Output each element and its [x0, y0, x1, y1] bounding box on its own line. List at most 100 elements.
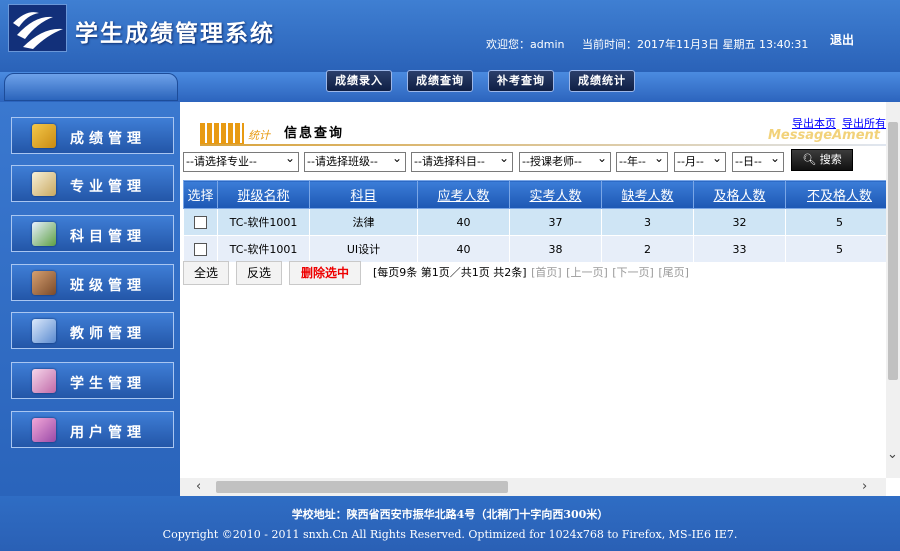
sidebar-item-label: 教师管理 [70, 326, 146, 342]
column-header-attended[interactable]: 实考人数 [509, 180, 602, 209]
row-checkbox-cell [183, 235, 218, 263]
classroom-icon [32, 271, 56, 295]
prev-page-link[interactable]: [上一页] [566, 266, 608, 279]
column-header-passed[interactable]: 及格人数 [693, 180, 786, 209]
table-row: TC-软件1001 UI设计 40 38 2 33 5 [183, 235, 894, 263]
last-page-link[interactable]: [尾页] [658, 266, 689, 279]
teacher-icon [32, 319, 56, 343]
sidebar-item-label: 班级管理 [70, 278, 146, 294]
row-checkbox-cell [183, 208, 218, 236]
tab-score-entry[interactable]: 成绩录入 [326, 70, 392, 92]
horizontal-scroll-thumb[interactable] [216, 481, 508, 493]
title-subtitle: 统计 [248, 129, 270, 142]
footer-address: 学校地址：陕西省西安市振华北路4号（北稍门十字向西300米） [291, 508, 609, 521]
subject-select[interactable]: --请选择科目-- [411, 152, 513, 172]
sidebar-item-class-management[interactable]: 班级管理 [11, 264, 174, 301]
sidebar-item-label: 专业管理 [70, 179, 146, 195]
folder-lock-icon [32, 124, 56, 148]
footer: 学校地址：陕西省西安市振华北路4号（北稍门十字向西300米） Copyright… [0, 496, 900, 551]
day-select[interactable]: --日-- [732, 152, 784, 172]
sidebar-header [4, 73, 178, 101]
pagination: [每页9条 第1页／共1页 共2条] [首页] [上一页] [下一页] [尾页] [373, 264, 689, 280]
row-checkbox[interactable] [194, 215, 207, 229]
column-header-select: 选择 [183, 180, 218, 209]
main-panel: 统计 信息查询 MessageAment 导出本页 导出所有 --请选择专业-- … [180, 102, 900, 496]
next-page-link[interactable]: [下一页] [612, 266, 654, 279]
scroll-right-arrow-icon[interactable]: › [862, 480, 867, 494]
cell-passed: 33 [693, 235, 786, 263]
edit-document-icon [32, 222, 56, 246]
tab-score-query[interactable]: 成绩查询 [407, 70, 473, 92]
table-header-row: 选择 班级名称 科目 应考人数 实考人数 缺考人数 及格人数 不及格人数 [183, 180, 894, 209]
sidebar-item-label: 科目管理 [70, 229, 146, 245]
vertical-scroll-thumb[interactable] [888, 122, 898, 380]
cell-expected: 40 [417, 235, 510, 263]
sidebar-item-subject-management[interactable]: 科目管理 [11, 215, 174, 252]
cell-attended: 38 [509, 235, 602, 263]
user-status: 欢迎您：admin 当前时间：2017年11月3日 星期五 13:40:31 [486, 36, 822, 52]
cell-class-name: TC-软件1001 [217, 235, 310, 263]
sidebar-item-score-management[interactable]: 成绩管理 [11, 117, 174, 154]
search-button[interactable]: 🔍︎ 搜索 [791, 149, 853, 171]
export-links: 导出本页 导出所有 [792, 115, 892, 131]
search-icon: 🔍︎ [802, 153, 817, 166]
cell-subject: UI设计 [309, 235, 418, 263]
export-all-link[interactable]: 导出所有 [842, 117, 886, 130]
row-checkbox[interactable] [194, 242, 207, 256]
cell-absent: 3 [601, 208, 694, 236]
tab-score-statistics[interactable]: 成绩统计 [569, 70, 635, 92]
search-label: 搜索 [819, 153, 842, 166]
scroll-down-arrow-icon[interactable]: ⌄ [887, 448, 898, 462]
cell-absent: 2 [601, 235, 694, 263]
delete-selected-button[interactable]: 删除选中 [289, 261, 361, 285]
cell-passed: 32 [693, 208, 786, 236]
column-header-expected[interactable]: 应考人数 [417, 180, 510, 209]
cell-expected: 40 [417, 208, 510, 236]
major-select[interactable]: --请选择专业-- [183, 152, 299, 172]
cell-class-name: TC-软件1001 [217, 208, 310, 236]
app-title: 学生成绩管理系统 [75, 20, 275, 47]
footer-copyright: Copyright ©2010 - 2011 snxh.Cn All Right… [162, 528, 738, 541]
sidebar: 成绩管理 专业管理 科目管理 班级管理 教师管理 学生管理 用户管理 [0, 102, 180, 496]
cell-failed: 5 [785, 235, 894, 263]
sidebar-item-student-management[interactable]: 学生管理 [11, 362, 174, 399]
current-time: 当前时间：2017年11月3日 星期五 13:40:31 [581, 38, 809, 51]
page-title: 信息查询 [284, 126, 345, 141]
year-select[interactable]: --年-- [616, 152, 668, 172]
user-icon [32, 418, 56, 442]
invert-selection-button[interactable]: 反选 [236, 261, 282, 285]
cell-failed: 5 [785, 208, 894, 236]
sidebar-item-label: 学生管理 [70, 376, 146, 392]
title-divider [200, 144, 900, 146]
column-header-failed[interactable]: 不及格人数 [785, 180, 894, 209]
export-page-link[interactable]: 导出本页 [792, 117, 836, 130]
sidebar-item-teacher-management[interactable]: 教师管理 [11, 312, 174, 349]
sidebar-item-label: 用户管理 [70, 425, 146, 441]
table-row: TC-软件1001 法律 40 37 3 32 5 [183, 208, 894, 236]
statistics-table: 选择 班级名称 科目 应考人数 实考人数 缺考人数 及格人数 不及格人数 TC-… [183, 180, 894, 263]
select-all-button[interactable]: 全选 [183, 261, 229, 285]
column-header-class-name[interactable]: 班级名称 [217, 180, 310, 209]
month-select[interactable]: --月-- [674, 152, 726, 172]
cell-subject: 法律 [309, 208, 418, 236]
welcome-text: 欢迎您：admin [486, 38, 565, 51]
vertical-scrollbar[interactable]: ⌄ [886, 102, 900, 478]
header-bar: 学生成绩管理系统 欢迎您：admin 当前时间：2017年11月3日 星期五 1… [0, 0, 900, 72]
tab-makeup-query[interactable]: 补考查询 [488, 70, 554, 92]
teacher-select[interactable]: --授课老师-- [519, 152, 611, 172]
books-icon [200, 123, 244, 146]
column-header-subject[interactable]: 科目 [309, 180, 418, 209]
sidebar-item-user-management[interactable]: 用户管理 [11, 411, 174, 448]
sidebar-item-major-management[interactable]: 专业管理 [11, 165, 174, 202]
first-page-link[interactable]: [首页] [531, 266, 562, 279]
horizontal-scrollbar[interactable]: ‹ › [180, 478, 886, 496]
student-icon [32, 369, 56, 393]
pagination-info: [每页9条 第1页／共1页 共2条] [373, 266, 527, 279]
sidebar-item-label: 成绩管理 [70, 131, 146, 147]
school-logo [8, 4, 67, 52]
column-header-absent[interactable]: 缺考人数 [601, 180, 694, 209]
class-select[interactable]: --请选择班级-- [304, 152, 406, 172]
document-search-icon [32, 172, 56, 196]
logout-button[interactable]: 退出 [830, 31, 854, 48]
scroll-left-arrow-icon[interactable]: ‹ [196, 480, 201, 494]
